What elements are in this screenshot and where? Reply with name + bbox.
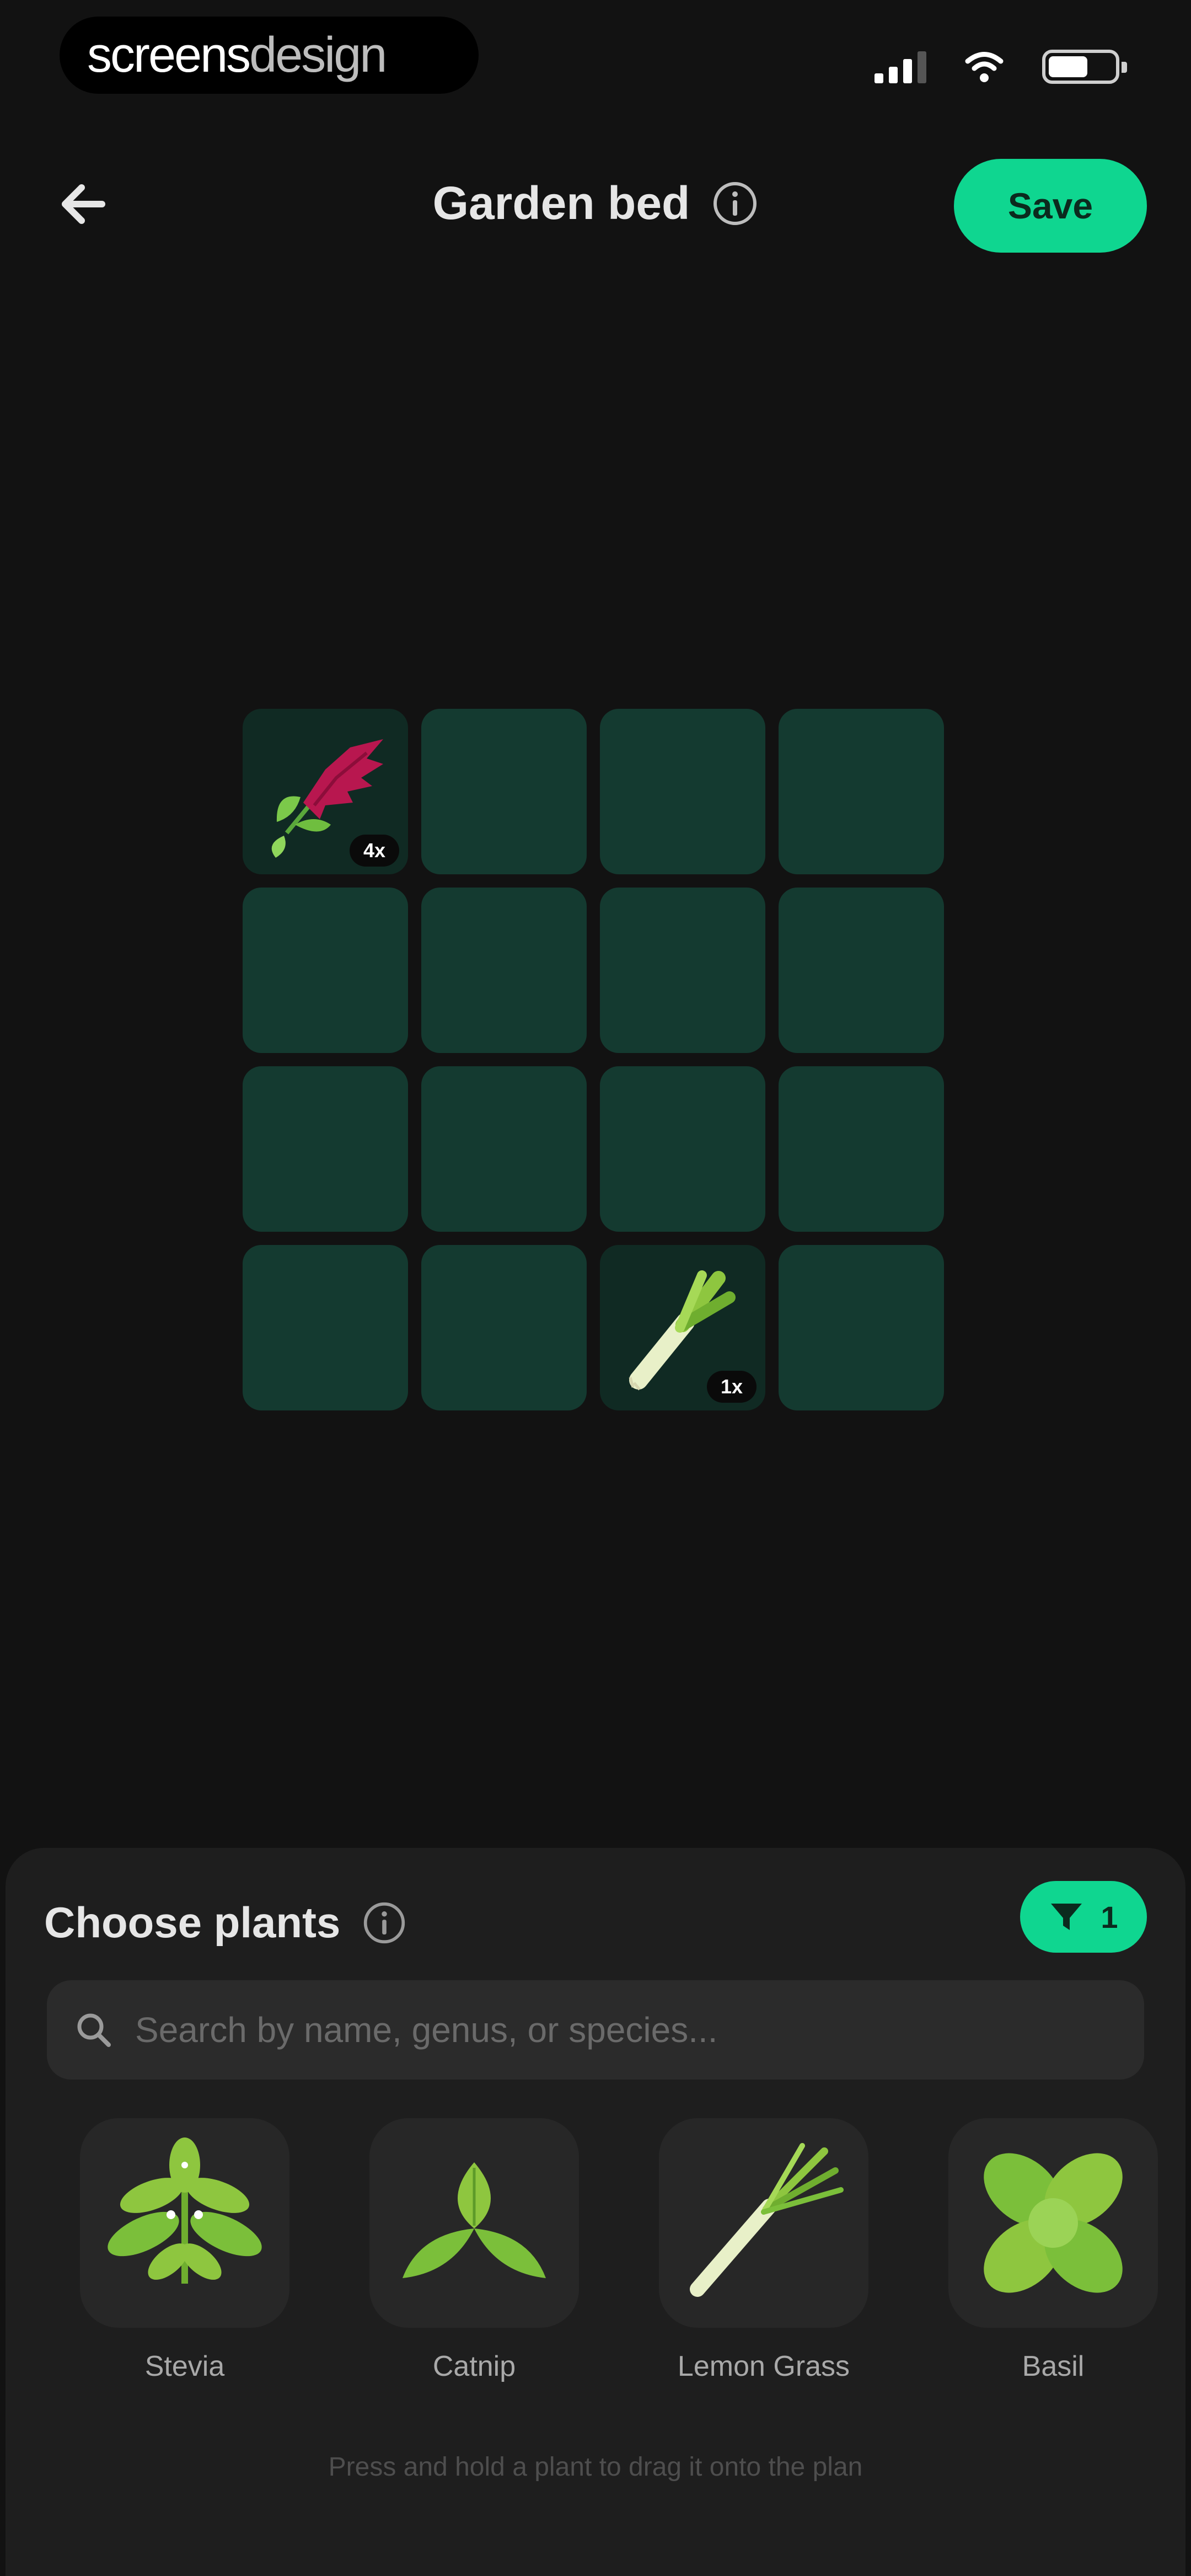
plant-item[interactable]: Catnip [369, 2118, 579, 2383]
plant-tile[interactable] [659, 2118, 868, 2328]
grid-cell[interactable] [243, 1066, 408, 1232]
count-badge: 4x [350, 835, 399, 867]
grid-cell[interactable]: 4x [243, 709, 408, 874]
basil-icon [984, 2153, 1123, 2293]
battery-icon [1042, 50, 1127, 84]
grid-cell[interactable] [779, 709, 944, 874]
watermark-logo: screens design [60, 17, 479, 94]
screen: screens design Garden bed Save 4x 1x Cho… [0, 0, 1191, 2576]
info-icon[interactable] [362, 1901, 406, 1945]
watermark-part1: screens [87, 27, 251, 83]
save-button[interactable]: Save [954, 159, 1147, 253]
grid-cell[interactable] [421, 709, 587, 874]
search-icon [77, 2013, 111, 2047]
grid-cell[interactable] [421, 1066, 587, 1232]
info-icon[interactable] [712, 180, 758, 227]
search-box[interactable] [47, 1980, 1144, 2080]
filter-icon [1051, 1904, 1082, 1930]
lemon-grass-icon [690, 2143, 844, 2297]
filter-count: 1 [1101, 1899, 1118, 1934]
plant-item[interactable]: Stevia [80, 2118, 289, 2383]
wifi-icon [965, 52, 1004, 82]
stevia-icon [108, 2137, 262, 2284]
grid-cell[interactable] [779, 888, 944, 1053]
grid-cell[interactable] [243, 1245, 408, 1410]
plant-tile[interactable] [948, 2118, 1158, 2328]
plant-item[interactable]: Basil [948, 2118, 1158, 2383]
watermark-part2: design [249, 27, 387, 83]
plant-name: Stevia [144, 2350, 225, 2382]
grid-cell[interactable] [600, 888, 765, 1053]
grid-cell[interactable] [243, 888, 408, 1053]
sheet-title: Choose plants [44, 1898, 341, 1947]
plant-list: Stevia Catnip Lemon Grass Basil [80, 2118, 1158, 2383]
plant-tile[interactable] [369, 2118, 579, 2328]
count-badge: 1x [707, 1371, 757, 1403]
page-title: Garden bed [432, 177, 690, 229]
plant-name: Lemon Grass [677, 2350, 850, 2382]
grid-cell[interactable] [421, 888, 587, 1053]
search-input[interactable] [135, 2010, 1072, 2050]
header: Garden bed Save [0, 143, 1191, 265]
catnip-icon [403, 2162, 546, 2278]
plant-name: Basil [1022, 2350, 1085, 2382]
filter-button[interactable]: 1 [1020, 1881, 1147, 1953]
garden-bed-grid: 4x 1x [243, 709, 944, 1410]
grid-cell[interactable] [600, 709, 765, 874]
drag-hint: Press and hold a plant to drag it onto t… [328, 2452, 863, 2482]
plant-name: Catnip [432, 2350, 516, 2382]
choose-plants-sheet: Choose plants 1 Search by name, genus, o… [6, 1848, 1185, 2576]
status-icons [875, 50, 1127, 84]
signal-icon [875, 50, 926, 83]
grid-cell[interactable] [421, 1245, 587, 1410]
grid-cell[interactable] [600, 1066, 765, 1232]
grid-cell[interactable]: 1x [600, 1245, 765, 1410]
plant-tile[interactable] [80, 2118, 289, 2328]
grid-cell[interactable] [779, 1066, 944, 1232]
plant-item[interactable]: Lemon Grass [659, 2118, 868, 2383]
grid-cell[interactable] [779, 1245, 944, 1410]
